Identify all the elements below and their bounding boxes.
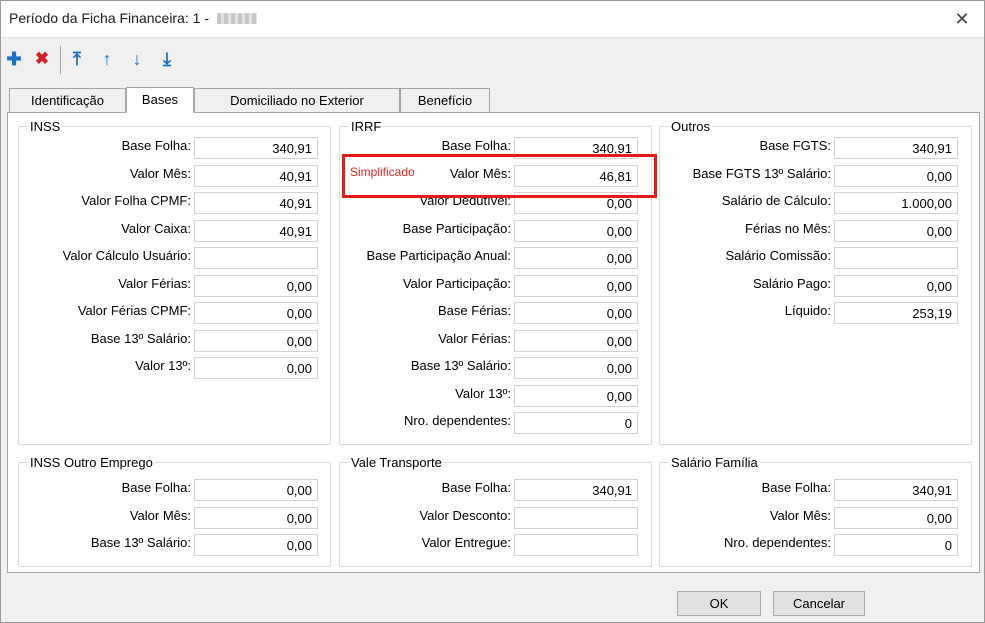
irrf-label-nro-dependentes: Nro. dependentes:	[404, 413, 511, 428]
familia-label-valor-mes: Valor Mês:	[769, 508, 831, 523]
irrf-base-13-salario-field[interactable]: 0,00	[514, 357, 638, 379]
vale-label-base-folha: Base Folha:	[441, 480, 511, 495]
group-inss-title: INSS	[28, 119, 63, 134]
inss-label-base-folha: Base Folha:	[121, 138, 191, 153]
irrf-nro-dependentes-field[interactable]: 0	[514, 412, 638, 434]
move-up-icon[interactable]: ↑	[97, 48, 117, 70]
add-icon[interactable]: ✚	[4, 48, 24, 70]
move-first-icon[interactable]: ⤒	[67, 48, 87, 70]
outros-label-salario-comissao: Salário Comissão:	[725, 248, 832, 263]
vale-label-valor-entregue: Valor Entregue:	[421, 535, 511, 550]
vale-valor-entregue-field[interactable]	[514, 534, 638, 556]
irrf-base-ferias-field[interactable]: 0,00	[514, 302, 638, 324]
irrf-label-base-participacao-anual: Base Participação Anual:	[366, 248, 511, 263]
familia-base-folha-field[interactable]: 340,91	[834, 479, 958, 501]
irrf-label-valor-participacao: Valor Participação:	[402, 276, 511, 291]
group-vale-title: Vale Transporte	[349, 455, 444, 470]
tab-identificacao[interactable]: Identificação	[9, 88, 126, 112]
inss-valor-calculo-usuario-field[interactable]	[194, 247, 318, 269]
inss-outro-label-base-folha: Base Folha:	[121, 480, 191, 495]
inss-base-folha-field[interactable]: 340,91	[194, 137, 318, 159]
move-last-icon[interactable]: ⤓	[157, 48, 177, 70]
outros-ferias-no-mes-field[interactable]: 0,00	[834, 220, 958, 242]
group-inss-outro-title: INSS Outro Emprego	[28, 455, 155, 470]
close-icon[interactable]: ✕	[950, 7, 974, 31]
highlight-box	[342, 154, 657, 198]
inss-label-valor-ferias: Valor Férias:	[118, 276, 191, 291]
outros-salario-pago-field[interactable]: 0,00	[834, 275, 958, 297]
irrf-label-base-participacao: Base Participação:	[402, 221, 511, 236]
vale-label-valor-desconto: Valor Desconto:	[419, 508, 511, 523]
irrf-valor-participacao-field[interactable]: 0,00	[514, 275, 638, 297]
inss-base-13-salario-field[interactable]: 0,00	[194, 330, 318, 352]
irrf-label-base-ferias: Base Férias:	[438, 303, 511, 318]
group-familia-title: Salário Família	[669, 455, 760, 470]
irrf-valor-ferias-field[interactable]: 0,00	[514, 330, 638, 352]
dialog-window: Período da Ficha Financeira: 1 - ✕ ✚ ✖ ⤒…	[0, 0, 985, 623]
inss-label-valor-folha-cpmf: Valor Folha CPMF:	[81, 193, 191, 208]
outros-label-salario-pago: Salário Pago:	[752, 276, 831, 291]
outros-base-fgts-13-field[interactable]: 0,00	[834, 165, 958, 187]
familia-nro-dependentes-field[interactable]: 0	[834, 534, 958, 556]
ok-button[interactable]: OK	[677, 591, 761, 616]
toolbar: ✚ ✖ ⤒ ↑ ↓ ⤓	[1, 38, 984, 82]
outros-label-ferias-no-mes: Férias no Mês:	[745, 221, 831, 236]
inss-outro-label-valor-mes: Valor Mês:	[129, 508, 191, 523]
cancel-button[interactable]: Cancelar	[773, 591, 865, 616]
tab-domiciliado[interactable]: Domiciliado no Exterior	[194, 88, 400, 112]
familia-valor-mes-field[interactable]: 0,00	[834, 507, 958, 529]
outros-salario-comissao-field[interactable]	[834, 247, 958, 269]
delete-icon[interactable]: ✖	[32, 48, 52, 70]
inss-outro-valor-mes-field[interactable]: 0,00	[194, 507, 318, 529]
vale-valor-desconto-field[interactable]	[514, 507, 638, 529]
inss-label-valor-mes: Valor Mês:	[129, 166, 191, 181]
inss-valor-ferias-cpmf-field[interactable]: 0,00	[194, 302, 318, 324]
group-irrf-title: IRRF	[349, 119, 384, 134]
title-bar: Período da Ficha Financeira: 1 - ✕	[1, 1, 984, 38]
inss-label-valor-caixa: Valor Caixa:	[121, 221, 191, 236]
inss-outro-base-folha-field[interactable]: 0,00	[194, 479, 318, 501]
irrf-base-participacao-field[interactable]: 0,00	[514, 220, 638, 242]
irrf-base-participacao-anual-field[interactable]: 0,00	[514, 247, 638, 269]
inss-label-base-13-salario: Base 13º Salário:	[90, 331, 191, 346]
vale-base-folha-field[interactable]: 340,91	[514, 479, 638, 501]
move-down-icon[interactable]: ↓	[127, 48, 147, 70]
outros-label-base-fgts-13: Base FGTS 13º Salário:	[692, 166, 831, 181]
familia-label-base-folha: Base Folha:	[761, 480, 831, 495]
irrf-label-valor-13: Valor 13º:	[455, 386, 511, 401]
irrf-label-base-folha: Base Folha:	[441, 138, 511, 153]
outros-salario-calculo-field[interactable]: 1.000,00	[834, 192, 958, 214]
window-title: Período da Ficha Financeira: 1 -	[9, 10, 257, 26]
irrf-label-base-13-salario: Base 13º Salário:	[410, 358, 511, 373]
irrf-valor-13-field[interactable]: 0,00	[514, 385, 638, 407]
inss-outro-label-base-13: Base 13º Salário:	[90, 535, 191, 550]
familia-label-nro-dependentes: Nro. dependentes:	[724, 535, 831, 550]
outros-label-salario-calculo: Salário de Cálculo:	[721, 193, 831, 208]
inss-valor-mes-field[interactable]: 40,91	[194, 165, 318, 187]
irrf-label-valor-ferias: Valor Férias:	[438, 331, 511, 346]
inss-valor-ferias-field[interactable]: 0,00	[194, 275, 318, 297]
tab-panel-bases: INSS IRRF Outros INSS Outro Emprego Vale…	[7, 112, 980, 573]
tab-bases[interactable]: Bases	[126, 87, 194, 113]
inss-label-valor-ferias-cpmf: Valor Férias CPMF:	[77, 303, 191, 318]
inss-valor-caixa-field[interactable]: 40,91	[194, 220, 318, 242]
toolbar-separator	[60, 46, 61, 74]
inss-outro-base-13-field[interactable]: 0,00	[194, 534, 318, 556]
tab-beneficio[interactable]: Benefício	[400, 88, 490, 112]
outros-label-base-fgts: Base FGTS:	[759, 138, 831, 153]
inss-valor-13-field[interactable]: 0,00	[194, 357, 318, 379]
inss-label-valor-calculo-usuario: Valor Cálculo Usuário:	[62, 248, 191, 263]
outros-liquido-field[interactable]: 253,19	[834, 302, 958, 324]
inss-valor-folha-cpmf-field[interactable]: 40,91	[194, 192, 318, 214]
outros-label-liquido: Líquido:	[784, 303, 831, 318]
outros-base-fgts-field[interactable]: 340,91	[834, 137, 958, 159]
inss-label-valor-13: Valor 13º:	[135, 358, 191, 373]
group-outros-title: Outros	[669, 119, 713, 134]
redacted-id	[216, 13, 257, 24]
